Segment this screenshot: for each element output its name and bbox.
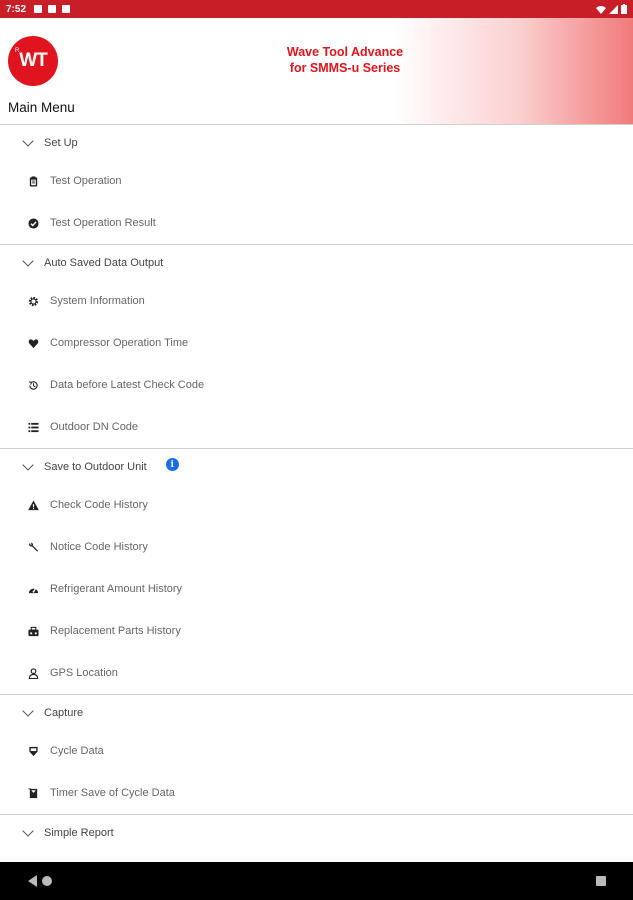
menu-item-label: Replacement Parts History — [50, 625, 181, 637]
app-logo: R WT — [8, 36, 58, 86]
menu-item-label: Data before Latest Check Code — [50, 379, 205, 391]
gauge-icon — [28, 584, 39, 595]
signal-icon — [609, 4, 618, 14]
wifi-icon — [596, 5, 606, 14]
menu-item-system-information[interactable]: System Information — [0, 280, 633, 322]
menu-item-label: GPS Location — [50, 667, 118, 679]
capture-icon — [28, 746, 39, 757]
section-header-save-to-outdoor-unit[interactable]: Save to Outdoor Unit i — [0, 449, 633, 484]
home-button[interactable] — [42, 876, 52, 886]
chevron-down-icon — [22, 824, 34, 837]
section-label: Set Up — [44, 136, 78, 149]
menu-item-label: Compressor Operation Time — [50, 337, 189, 349]
menu-item-label: Check Code History — [50, 499, 148, 511]
section-label: Auto Saved Data Output — [44, 256, 164, 269]
menu-item-label: System Information — [50, 295, 145, 307]
menu-item-label: Notice Code History — [50, 541, 148, 553]
menu-item-test-operation[interactable]: Test Operation — [0, 160, 633, 202]
main-menu-list: Set Up Test Operation Test Operation Resul… — [0, 125, 633, 850]
clipboard-icon — [28, 175, 39, 187]
person-pin-icon — [28, 667, 39, 679]
menu-item-label: Refrigerant Amount History — [50, 583, 183, 595]
menu-item-check-code-history[interactable]: Check Code History — [0, 484, 633, 526]
menu-item-cycle-data[interactable]: Cycle Data — [0, 730, 633, 772]
navigation-bar — [0, 862, 633, 900]
page-title: Main Menu — [8, 100, 75, 115]
menu-item-label: Test Operation Result — [50, 217, 156, 229]
menu-item-outdoor-dn-code[interactable]: Outdoor DN Code — [0, 406, 633, 448]
notification-icon — [34, 5, 43, 13]
menu-item-label: Test Operation — [50, 175, 122, 187]
list-icon — [28, 422, 39, 433]
heart-icon — [28, 338, 39, 349]
menu-item-label: Cycle Data — [50, 745, 104, 757]
back-button[interactable] — [28, 875, 37, 887]
chevron-down-icon — [22, 458, 34, 471]
wrench-icon — [28, 542, 39, 553]
menu-item-refrigerant-amount-history[interactable]: Refrigerant Amount History — [0, 568, 633, 610]
menu-item-notice-code-history[interactable]: Notice Code History — [0, 526, 633, 568]
section-header-capture[interactable]: Capture — [0, 695, 633, 730]
notification-icon — [48, 5, 57, 13]
menu-item-gps-location[interactable]: GPS Location — [0, 652, 633, 694]
toolbox-icon — [28, 626, 39, 637]
chevron-down-icon — [22, 254, 34, 267]
chevron-down-icon — [22, 134, 34, 147]
timer-icon — [28, 787, 39, 799]
section-label: Simple Report — [44, 826, 114, 839]
menu-item-compressor-operation-time[interactable]: Compressor Operation Time — [0, 322, 633, 364]
menu-item-replacement-parts-history[interactable]: Replacement Parts History — [0, 610, 633, 652]
app-header: R WT Wave Tool Advance for SMMS-u Series… — [0, 18, 633, 125]
section-label: Capture — [44, 706, 84, 719]
app-title: Wave Tool Advance for SMMS-u Series — [286, 45, 404, 75]
menu-item-test-operation-result[interactable]: Test Operation Result — [0, 202, 633, 244]
section-label: Save to Outdoor Unit — [44, 460, 147, 473]
recent-apps-button[interactable] — [596, 876, 606, 886]
menu-item-timer-save-of-cycle-data[interactable]: Timer Save of Cycle Data — [0, 772, 633, 814]
status-time: 7:52 — [6, 3, 27, 15]
check-circle-icon — [28, 217, 39, 229]
status-bar: 7:52 — [0, 0, 633, 18]
menu-item-data-before-latest-check-code[interactable]: Data before Latest Check Code — [0, 364, 633, 406]
battery-icon — [621, 4, 627, 14]
menu-item-label: Timer Save of Cycle Data — [50, 787, 175, 799]
warning-icon — [28, 499, 39, 511]
menu-item-label: Outdoor DN Code — [50, 421, 139, 433]
chevron-down-icon — [22, 704, 34, 717]
notification-icon — [62, 5, 71, 13]
history-icon — [28, 380, 39, 391]
section-header-set-up[interactable]: Set Up — [0, 125, 633, 160]
info-icon[interactable]: i — [165, 458, 179, 471]
section-header-auto-saved-data-output[interactable]: Auto Saved Data Output — [0, 245, 633, 280]
gear-icon — [28, 296, 39, 307]
section-header-simple-report[interactable]: Simple Report — [0, 815, 633, 850]
